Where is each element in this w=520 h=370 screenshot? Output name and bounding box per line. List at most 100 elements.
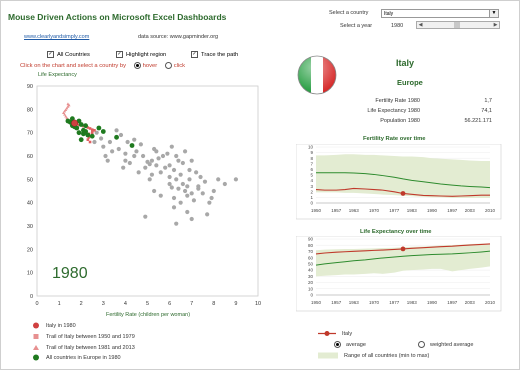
click-radio[interactable] [164,62,172,69]
europe-point [85,132,91,138]
green-circle-icon [33,354,39,361]
country-point [105,158,110,163]
y-tick-label: 60 [308,255,314,260]
y-tick-label: 30 [27,224,33,230]
highlight-region-checkbox[interactable]: ✓ Highlight region [116,51,166,58]
trace-path-checkbox[interactable]: ✓ Trace the path [191,51,238,58]
select-mode-row: Click on the chart and select a country … [20,62,185,69]
website-link[interactable]: www.clearlyandsimply.com [24,34,89,40]
hover-radio[interactable] [133,62,141,69]
country-point [149,172,155,177]
weighted-radio[interactable] [418,341,425,348]
country-point [123,151,128,156]
stat-value-fertility: 1,7 [484,98,492,104]
x-tick-label: 1957 [331,208,342,213]
y-tick-label: 50 [27,177,33,183]
all-countries-checkbox[interactable]: ✓ All Countries [47,51,90,58]
x-tick-label: 1997 [447,300,458,305]
y-tick-label: 70 [27,131,33,137]
country-point [156,156,161,161]
scatter-chart[interactable]: 0 10 20 30 40 50 60 70 80 90 0 1 2 3 4 5 6 7 8 9 10 Fertili… [0,80,270,320]
country-point [207,200,212,205]
country-point [132,153,137,159]
year-select-value: 1980 [391,23,404,29]
average-radio[interactable] [334,341,341,348]
country-point [118,132,124,138]
stat-label-population: Population 1980 [380,118,420,124]
country-point [196,184,201,189]
country-point [140,153,146,159]
y-tick-label: 80 [27,107,33,113]
country-point [152,188,157,194]
country-point [160,153,166,159]
country-point [189,191,194,196]
europe-point [114,134,119,140]
italy-flag-icon [297,55,337,95]
europe-point [78,122,84,127]
pink-square-icon [33,334,39,339]
europe-point [129,143,135,148]
checkbox-checked-icon: ✓ [191,51,198,58]
pink-triangle-icon [33,345,39,350]
legend-item-selected: Italy in 1980 [32,322,76,329]
country-point [169,144,174,149]
country-point [127,160,132,166]
x-tick-label: 6 [168,301,171,307]
country-point [209,195,214,201]
country-select[interactable]: Italy ▼ [381,9,499,18]
country-point [182,149,188,154]
x-tick-label: 1963 [349,208,360,213]
slider-right-arrow-icon[interactable]: ▶ [492,22,499,28]
country-point [176,158,181,163]
x-tick-label: 3 [102,301,105,307]
x-tick-label: 1977 [389,300,400,305]
click-label[interactable]: click [174,63,185,69]
country-point [174,177,179,182]
country-point [121,165,126,170]
checkbox-checked-icon: ✓ [116,51,123,58]
x-tick-label: 1957 [331,300,342,305]
trail-point-before [93,129,96,132]
scatter-xlabel: Fertility Rate (children per woman) [106,312,190,318]
europe-point [78,137,84,143]
country-point [136,170,141,175]
country-point [116,146,121,152]
year-slider-thumb[interactable] [453,22,460,28]
x-tick-label: 1970 [369,208,380,213]
hover-label[interactable]: hover [143,63,158,69]
x-tick-label: 10 [255,301,261,307]
trail-point-before [86,138,90,141]
x-tick-label: 1950 [311,208,322,213]
x-tick-label: 1983 [407,208,418,213]
country-point [194,170,199,175]
country-point [143,214,148,219]
country-point [147,177,152,182]
country-point [132,137,137,142]
country-point [185,193,190,198]
country-point [167,163,172,168]
country-point [174,153,179,159]
year-slider[interactable]: ◀ ▶ [416,21,500,29]
country-point [165,151,170,156]
stat-value-population: 56.221.171 [464,118,492,124]
x-tick-label: 4 [124,301,127,307]
y-tick-label: 80 [308,243,314,248]
country-point [205,212,210,217]
country-point [167,174,172,180]
country-point [158,170,163,175]
legend-italy: Italy [318,330,352,337]
italy-year-marker [400,246,406,252]
slider-left-arrow-icon[interactable]: ◀ [417,22,424,28]
europe-point [89,133,95,139]
x-tick-label: 1977 [389,208,400,213]
country-point [178,172,183,177]
x-tick-label: 1997 [447,208,458,213]
y-tick-label: 10 [308,286,314,291]
range-swatch-icon [318,352,338,359]
year-select-label: Select a year [340,23,373,29]
selected-region: Europe [397,78,423,87]
chevron-down-icon[interactable]: ▼ [489,10,498,17]
europe-point [76,130,82,136]
trace-path-label: Trace the path [201,52,239,59]
dashboard-title: Mouse Driven Actions on Microsoft Excel … [8,12,227,22]
